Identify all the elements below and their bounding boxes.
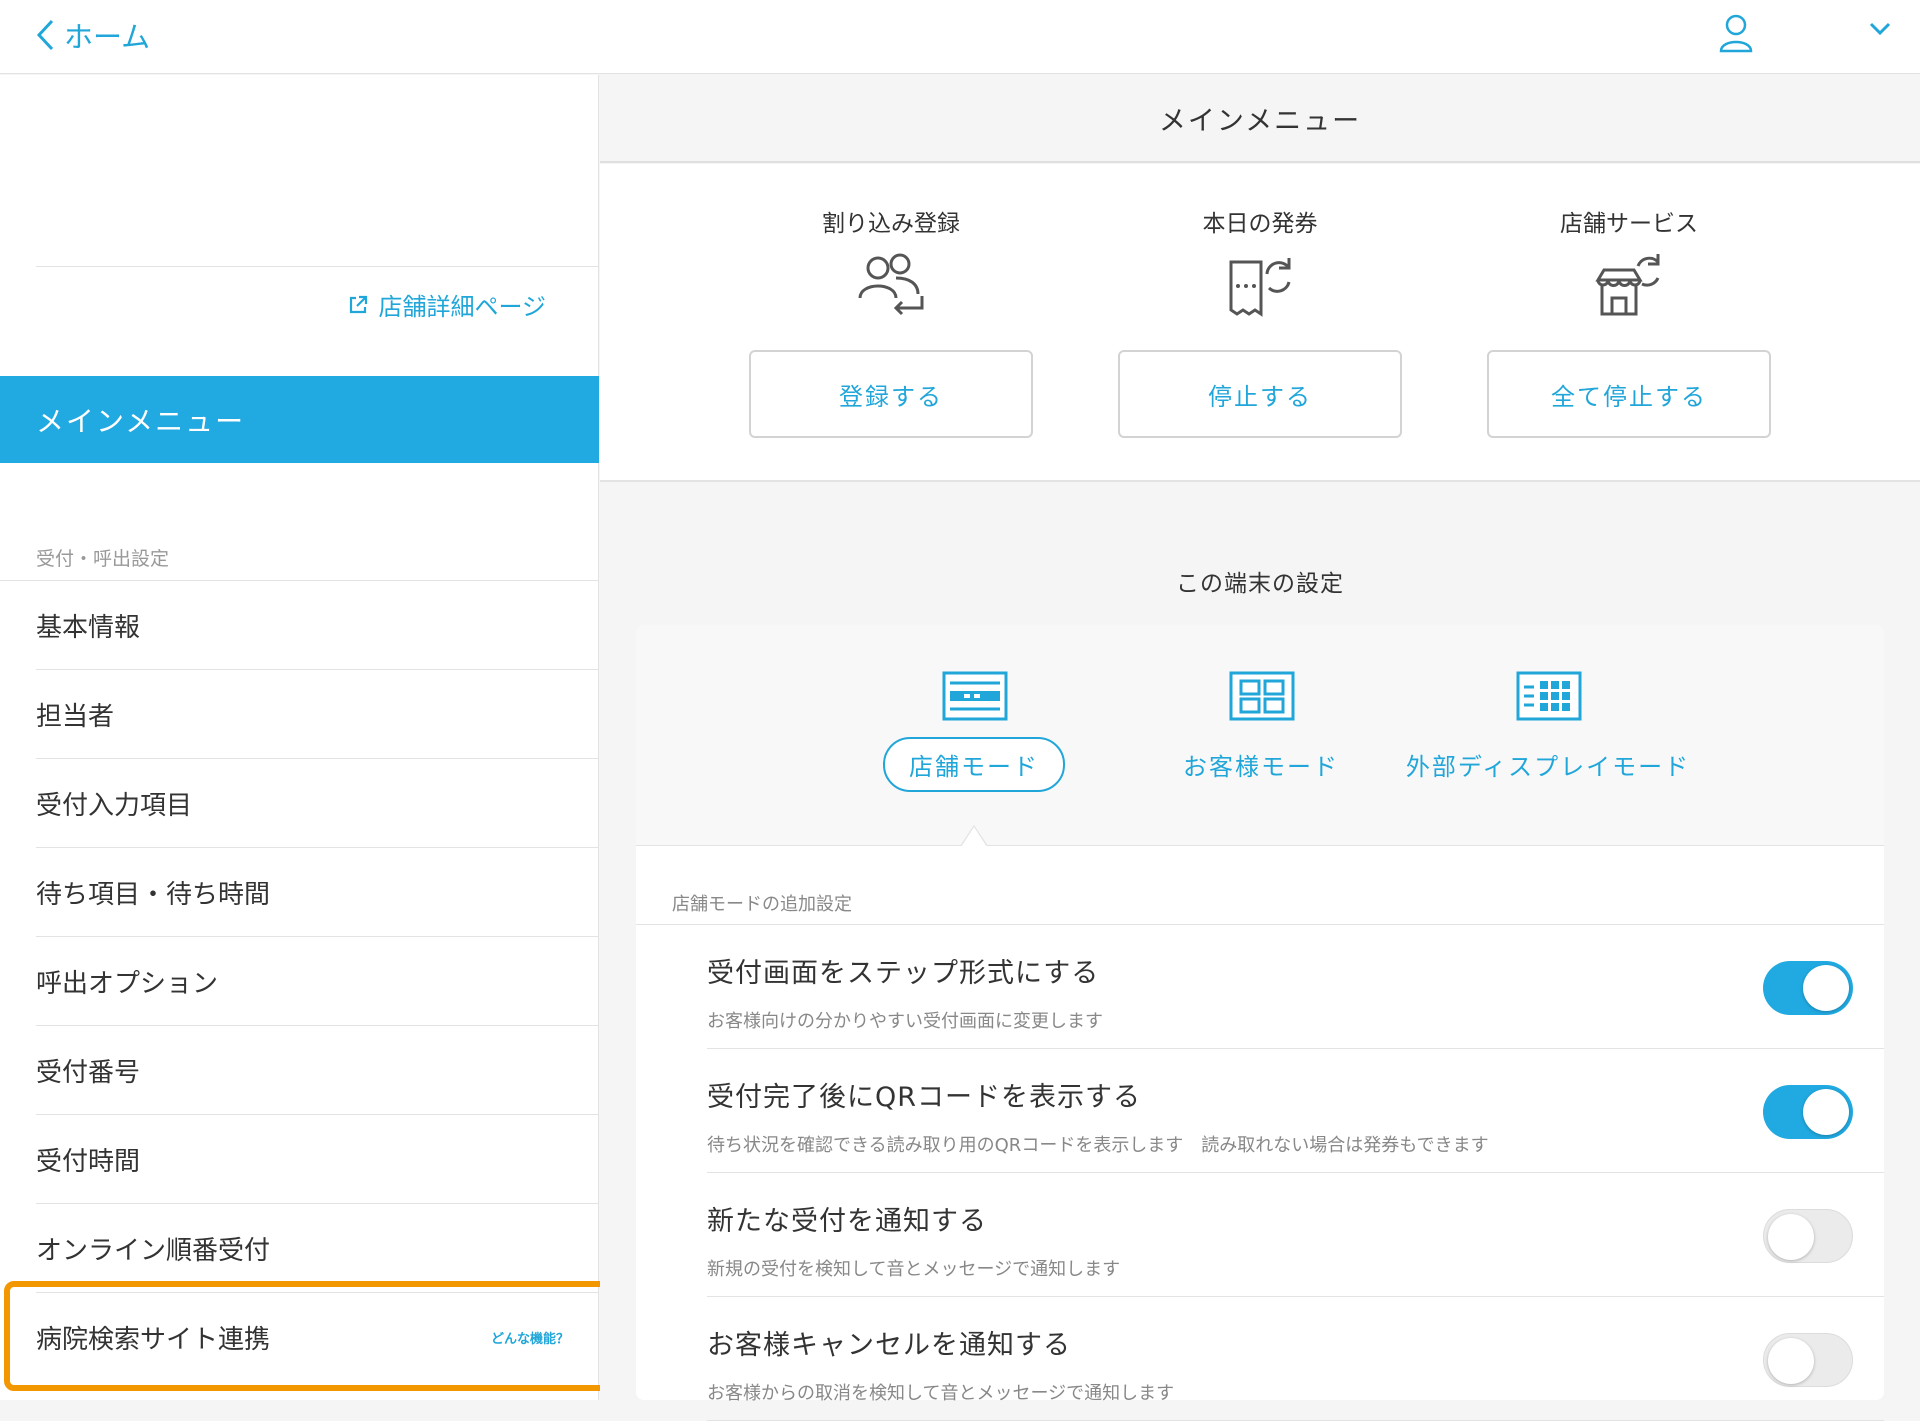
toggle-knob [1803,1089,1849,1135]
sidebar-list: 基本情報 担当者 受付入力項目 待ち項目・待ち時間 呼出オプション 受付番号 受… [0,580,599,1381]
external-link-icon [350,295,368,313]
users-swap-icon [858,253,924,316]
main-panel: メインメニュー 割り込み登録 登録する 本日の発券 停止する 店舗サービス 全て… [600,75,1920,1421]
setting-title: 受付完了後にQRコードを表示する [707,1082,1142,1113]
sidebar-item-wait-items[interactable]: 待ち項目・待ち時間 [36,847,599,936]
device-settings-panel: 店舗モード お客様モード 外部ディスプレイモード 店舗モードの追加設定 受付画面… [636,625,1884,1421]
setting-title: 受付画面をステップ形式にする [707,958,1100,989]
chevron-down-icon[interactable] [1868,18,1892,38]
action-label: 割り込み登録 [822,211,960,237]
toggle-knob [1803,965,1849,1011]
sidebar-item-basic-info[interactable]: 基本情報 [0,580,599,669]
toggle-knob [1768,1214,1814,1260]
sidebar-item-staff[interactable]: 担当者 [36,669,599,758]
sidebar-item-ticket-number[interactable]: 受付番号 [36,1025,599,1114]
sidebar: 店舗詳細ページ メインメニュー 受付・呼出設定 基本情報 担当者 受付入力項目 … [0,75,599,1400]
mode-selector: 店舗モード お客様モード 外部ディスプレイモード [636,625,1884,847]
device-settings-title: この端末の設定 [1176,571,1344,597]
setting-title: お客様キャンセルを通知する [707,1330,1071,1361]
sidebar-item-label: 受付番号 [36,1057,141,1088]
store-detail-label: 店舗詳細ページ [378,293,546,321]
mode-label: お客様モード [1183,752,1339,781]
help-link[interactable]: どんな機能？ [491,1328,569,1347]
setting-title: 新たな受付を通知する [707,1206,987,1237]
setting-step-form: 受付画面をステップ形式にする お客様向けの分かりやすい受付画面に変更します [707,925,1884,1049]
customer-mode-icon [1229,671,1295,721]
stop-ticketing-button[interactable]: 停止する [1118,350,1402,438]
setting-notify-new: 新たな受付を通知する 新規の受付を検知して音とメッセージで通知します [707,1173,1884,1297]
sidebar-item-label: 待ち項目・待ち時間 [36,879,271,910]
top-bar: ホーム [0,0,1920,74]
sidebar-item-online-queue[interactable]: オンライン順番受付 [36,1203,599,1292]
sidebar-item-label: メインメニュー [36,404,246,438]
sidebar-item-label: 受付入力項目 [36,790,193,821]
sidebar-item-input-fields[interactable]: 受付入力項目 [36,758,599,847]
sidebar-item-call-options[interactable]: 呼出オプション [36,936,599,1025]
setting-qr-code: 受付完了後にQRコードを表示する 待ち状況を確認できる読み取り用のQRコードを表… [707,1049,1884,1173]
register-button[interactable]: 登録する [749,350,1033,438]
mode-label: 外部ディスプレイモード [1405,752,1691,781]
back-label: ホーム [64,20,151,54]
user-icon[interactable] [1718,13,1754,53]
divider [36,266,599,267]
setting-description: お客様からの取消を検知して音とメッセージで通知します [707,1383,1175,1404]
sidebar-item-label: 受付時間 [36,1146,141,1177]
sidebar-section-title: 受付・呼出設定 [36,548,170,570]
sidebar-item-label: 病院検索サイト連携 [36,1324,271,1355]
page-title: メインメニュー [600,75,1920,163]
action-label: 店舗サービス [1560,211,1698,237]
chevron-left-icon [36,19,54,51]
sidebar-item-main-menu[interactable]: メインメニュー [0,376,599,463]
step-form-toggle[interactable] [1763,961,1853,1015]
sidebar-item-reception-hours[interactable]: 受付時間 [36,1114,599,1203]
action-panel: 割り込み登録 登録する 本日の発券 停止する 店舗サービス 全て停止する [600,164,1920,482]
setting-description: お客様向けの分かりやすい受付画面に変更します [707,1011,1103,1032]
store-detail-link[interactable]: 店舗詳細ページ [348,287,546,322]
store-refresh-icon [1595,254,1660,316]
setting-notify-cancel: お客様キャンセルを通知する お客様からの取消を検知して音とメッセージで通知します [707,1297,1884,1421]
external-display-mode-icon [1516,671,1582,721]
extra-settings-title: 店舗モードの追加設定 [672,894,852,915]
sidebar-item-hospital-search[interactable]: 病院検索サイト連携 どんな機能？ [36,1292,599,1381]
setting-description: 待ち状況を確認できる読み取り用のQRコードを表示します 読み取れない場合は発券も… [707,1135,1489,1156]
sidebar-item-label: 呼出オプション [36,968,219,999]
sidebar-item-label: 基本情報 [36,612,141,643]
setting-description: 新規の受付を検知して音とメッセージで通知します [707,1259,1121,1280]
toggle-knob [1768,1338,1814,1384]
back-button[interactable]: ホーム [36,10,150,60]
notify-new-toggle[interactable] [1763,1209,1853,1263]
stop-all-button[interactable]: 全て停止する [1487,350,1771,438]
sidebar-item-label: 担当者 [36,701,115,732]
mode-label: 店舗モード [824,736,1124,792]
store-mode-icon [942,671,1008,721]
qr-code-toggle[interactable] [1763,1085,1853,1139]
notify-cancel-toggle[interactable] [1763,1333,1853,1387]
action-label: 本日の発券 [1202,211,1318,237]
settings-list: 受付画面をステップ形式にする お客様向けの分かりやすい受付画面に変更します 受付… [707,925,1884,1421]
sidebar-item-label: オンライン順番受付 [36,1235,271,1266]
ticket-refresh-icon [1229,258,1291,317]
